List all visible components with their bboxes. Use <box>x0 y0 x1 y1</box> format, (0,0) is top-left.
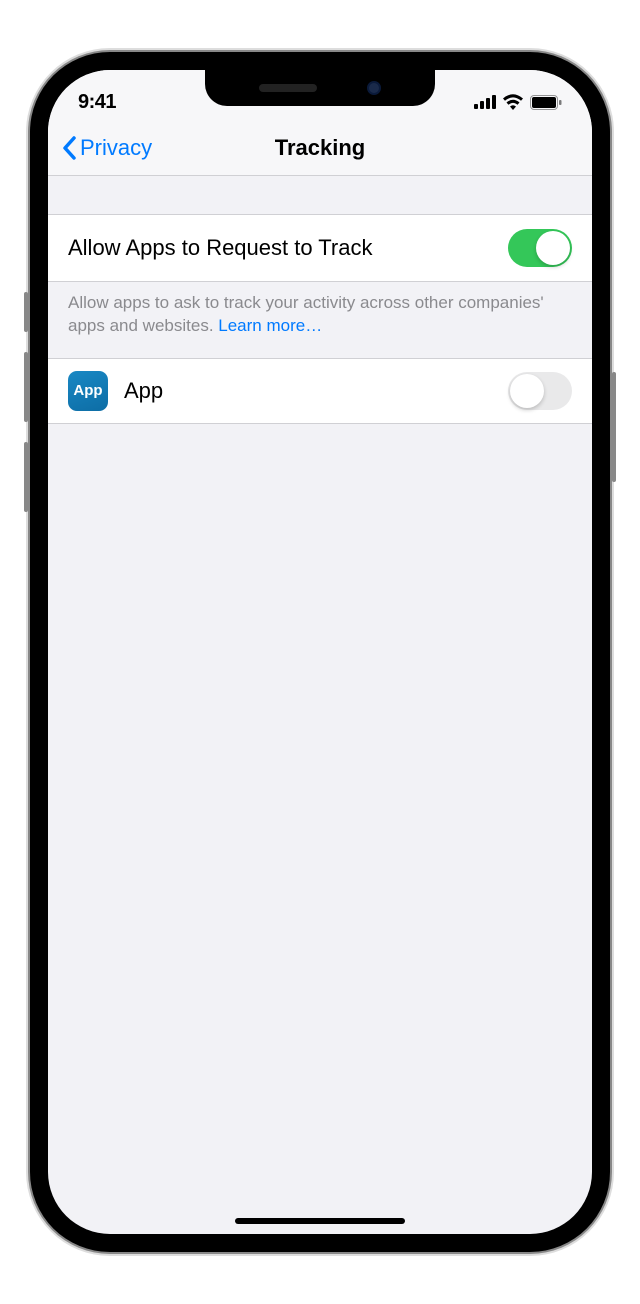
battery-icon <box>530 95 562 110</box>
wifi-icon <box>502 94 524 110</box>
section-footer: Allow apps to ask to track your activity… <box>48 282 592 358</box>
screen: 9:41 Privacy Tracking Allow Apps to Requ… <box>48 70 592 1234</box>
status-time: 9:41 <box>78 91 116 114</box>
nav-bar: Privacy Tracking <box>48 120 592 176</box>
app-tracking-toggle[interactable] <box>508 372 572 410</box>
chevron-left-icon <box>62 136 76 160</box>
app-name-label: App <box>124 378 492 404</box>
allow-request-label: Allow Apps to Request to Track <box>68 235 373 261</box>
back-label: Privacy <box>80 135 152 161</box>
app-icon: App <box>68 371 108 411</box>
phone-frame: 9:41 Privacy Tracking Allow Apps to Requ… <box>30 52 610 1252</box>
allow-request-toggle[interactable] <box>508 229 572 267</box>
back-button[interactable]: Privacy <box>62 135 152 161</box>
notch <box>205 70 435 106</box>
content: Allow Apps to Request to Track Allow app… <box>48 176 592 424</box>
learn-more-link[interactable]: Learn more… <box>218 316 322 335</box>
page-title: Tracking <box>275 135 365 161</box>
status-indicators <box>474 94 562 110</box>
app-row: App App <box>48 358 592 424</box>
allow-request-row: Allow Apps to Request to Track <box>48 214 592 282</box>
cellular-icon <box>474 95 496 109</box>
home-indicator[interactable] <box>235 1218 405 1224</box>
